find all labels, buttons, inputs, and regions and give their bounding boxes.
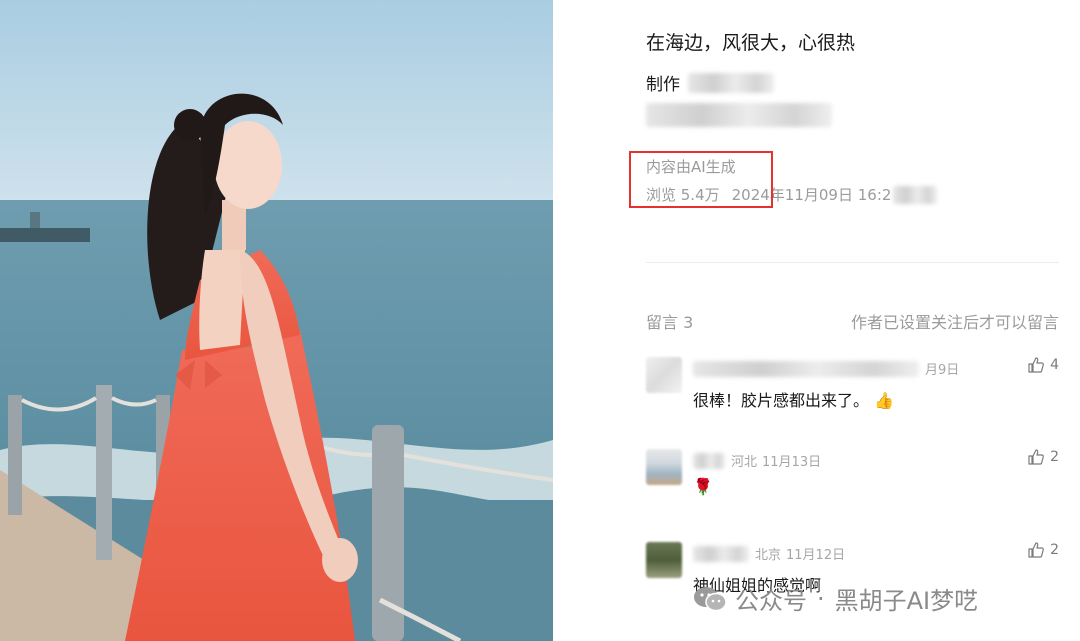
comment-text: 🌹 xyxy=(693,477,713,496)
watermark-separator: · xyxy=(817,584,825,613)
thumbs-up-icon xyxy=(1028,449,1044,465)
like-count: 2 xyxy=(1050,449,1059,465)
blurred-username xyxy=(693,360,919,377)
thumbs-up-icon xyxy=(1028,542,1044,558)
divider xyxy=(646,262,1059,263)
blurred-description xyxy=(646,103,832,127)
comments-header: 留言 3 作者已设置关注后才可以留言 xyxy=(646,309,1059,333)
comment-meta: 北京 11月12日 xyxy=(693,544,845,563)
watermark-account: 公众号 xyxy=(735,587,807,615)
comment-date: 11月12日 xyxy=(786,548,846,563)
like-button[interactable]: 2 xyxy=(1028,542,1059,558)
comment-text-content: 很棒！胶片感都出来了。 xyxy=(693,391,870,410)
avatar[interactable] xyxy=(646,542,682,578)
comment-item: 月9日 很棒！胶片感都出来了。 👍 4 xyxy=(646,357,1059,410)
watermark-name: 黑胡子AI梦呓 xyxy=(834,587,979,615)
blurred-username xyxy=(693,452,725,469)
comment-count: 留言 3 xyxy=(646,313,694,332)
like-count: 4 xyxy=(1050,357,1059,373)
comment-date: 月9日 xyxy=(925,363,960,378)
comment-meta: 河北 11月13日 xyxy=(693,451,821,470)
blurred-username xyxy=(693,545,749,562)
post-detail-panel: 在海边，风很大，心很热 制作 内容由AI生成 浏览 5.4万 2024年11月0… xyxy=(553,0,1080,641)
thumbs-up-emoji-icon: 👍 xyxy=(874,391,895,410)
maker-row: 制作 xyxy=(646,70,774,95)
avatar[interactable] xyxy=(646,357,682,393)
like-button[interactable]: 4 xyxy=(1028,357,1059,373)
post-title: 在海边，风很大，心很热 xyxy=(646,32,856,54)
comment-date: 11月13日 xyxy=(762,455,822,470)
highlight-box xyxy=(629,151,773,208)
like-count: 2 xyxy=(1050,542,1059,558)
comment-meta: 月9日 xyxy=(693,359,959,378)
post-photo[interactable] xyxy=(0,0,553,641)
watermark: 公众号 · 黑胡子AI梦呓 xyxy=(693,581,978,616)
beach-photo-illustration xyxy=(0,0,553,641)
comment-location: 北京 xyxy=(755,548,782,563)
like-button[interactable]: 2 xyxy=(1028,449,1059,465)
blurred-time xyxy=(893,185,938,204)
comment-item: 河北 11月13日 🌹 2 xyxy=(646,449,1059,505)
blurred-maker-name xyxy=(688,72,774,93)
thumbs-up-icon xyxy=(1028,357,1044,373)
comment-text: 很棒！胶片感都出来了。 👍 xyxy=(693,387,894,411)
comment-permission-notice: 作者已设置关注后才可以留言 xyxy=(850,313,1059,332)
wechat-icon xyxy=(694,586,727,611)
maker-label: 制作 xyxy=(646,75,680,95)
comment-location: 河北 xyxy=(731,455,758,470)
avatar[interactable] xyxy=(646,449,682,485)
